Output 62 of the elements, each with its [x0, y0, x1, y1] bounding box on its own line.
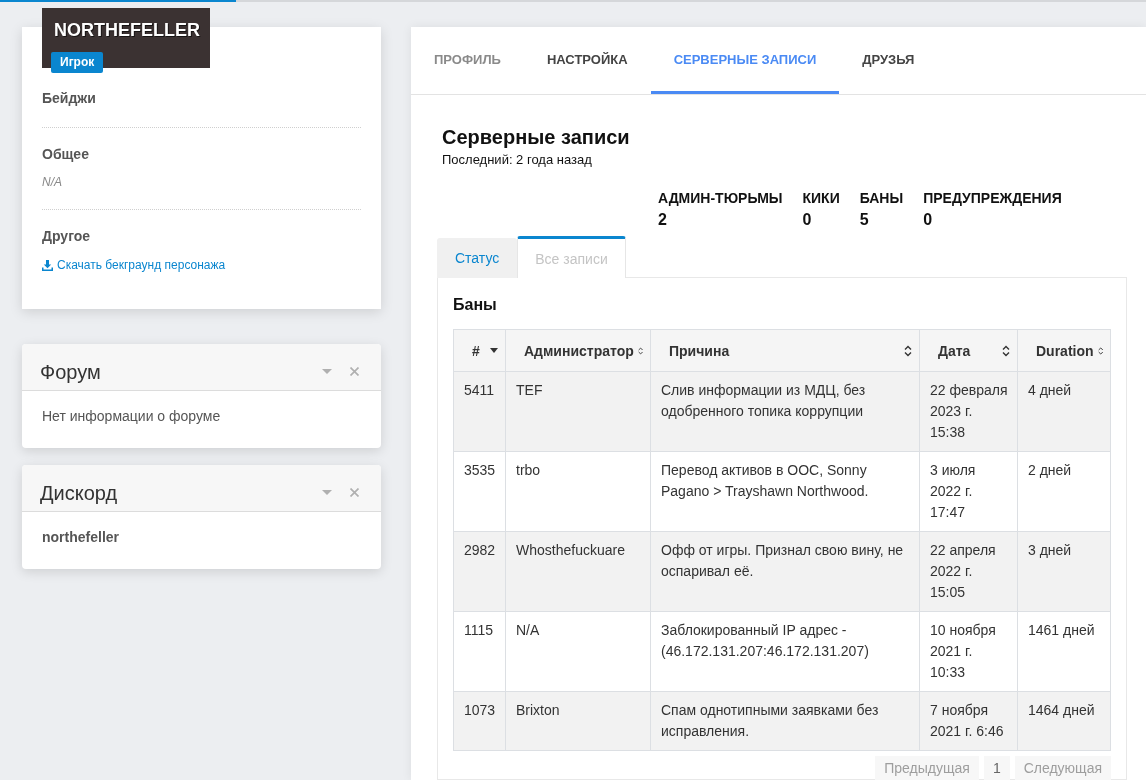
section-heading: Бейджи — [42, 89, 96, 108]
stat-label: КИКИ — [802, 189, 840, 207]
table-cell: 22 февраля 2023 г. 15:38 — [919, 371, 1018, 452]
table-cell: 3 дней — [1017, 531, 1111, 612]
close-icon[interactable] — [350, 488, 359, 497]
caret-down-icon[interactable] — [322, 490, 332, 495]
table-cell: Brixton — [505, 691, 651, 751]
discord-username: northefeller — [42, 529, 119, 545]
section-heading: Другое — [42, 227, 91, 246]
caret-down-icon[interactable] — [322, 369, 332, 374]
stat-value: 2 — [658, 210, 668, 230]
tab[interactable]: НАСТРОЙКА — [523, 27, 651, 94]
stat-value: 0 — [923, 210, 934, 230]
pagination-button[interactable]: 1 — [983, 756, 1010, 780]
last-record-text: Последний: 2 года назад — [442, 152, 593, 168]
table-cell: 1073 — [453, 691, 506, 751]
tab[interactable]: Статус — [437, 238, 518, 278]
download-link[interactable]: Скачать бекграунд персонажа — [42, 257, 226, 273]
table-cell: TEF — [505, 371, 651, 452]
widget-title: Дискорд — [40, 480, 119, 505]
table-cell: Слив информации из МДЦ, без одобренного топика коррупции — [650, 371, 920, 452]
stat-value: 5 — [859, 210, 870, 230]
table-cell: 3 июля 2022 г. 17:47 — [919, 451, 1018, 532]
column-header[interactable]: Причина — [650, 329, 920, 372]
widget-text: Нет информации о форуме — [42, 408, 221, 424]
table-cell: 7 ноября 2021 г. 6:46 — [919, 691, 1018, 751]
table-cell: trbo — [505, 451, 651, 532]
table-cell: Заблокированный IP адрес - (46.172.131.207:46.172.131.207) — [650, 611, 920, 692]
table-cell: Офф от игры. Признал свою вину, не оспаривал её. — [650, 531, 920, 612]
table-cell: 10 ноября 2021 г. 10:33 — [919, 611, 1018, 692]
column-header[interactable]: Duration — [1017, 329, 1111, 372]
download-icon — [42, 259, 53, 271]
table-title: Баны — [453, 295, 498, 315]
stat-value: 0 — [802, 210, 813, 230]
table-cell: 1464 дней — [1017, 691, 1111, 751]
stat-label: БАНЫ — [859, 189, 904, 207]
table-cell: Whosthefuckuare — [505, 531, 651, 612]
table-cell: 4 дней — [1017, 371, 1111, 452]
table-cell: 5411 — [453, 371, 506, 452]
stat-label: ПРЕДУПРЕЖДЕНИЯ — [923, 189, 1062, 207]
player-name: NORTHEFELLER — [54, 19, 200, 41]
tab[interactable]: ДРУЗЬЯ — [839, 27, 938, 94]
table-cell: 2 дней — [1017, 451, 1111, 532]
stat-label: АДМИН-ТЮРЬМЫ — [658, 189, 783, 207]
tab[interactable]: СЕРВЕРНЫЕ ЗАПИСИ — [650, 27, 840, 94]
table-cell: Спам однотипными заявками без исправления. — [650, 691, 920, 751]
table-cell: 1461 дней — [1017, 611, 1111, 692]
table-cell: N/A — [505, 611, 651, 692]
table-cell: 3535 — [453, 451, 506, 532]
section-heading: Общее — [42, 145, 89, 164]
role-badge: Игрок — [51, 52, 104, 73]
column-header[interactable]: # — [453, 329, 506, 372]
column-header[interactable]: Дата — [919, 329, 1018, 372]
table-cell: Перевод активов в OOC, Sonny Pagano > Trayshawn Northwood. — [650, 451, 920, 532]
info-value: N/A — [42, 174, 62, 190]
page-title: Серверные записи — [442, 125, 631, 149]
column-header[interactable]: Администратор — [505, 329, 651, 372]
table-cell: 1115 — [453, 611, 506, 692]
widget-title: Форум — [40, 359, 102, 384]
table-cell: 2982 — [453, 531, 506, 612]
table-cell: 22 апреля 2022 г. 15:05 — [919, 531, 1018, 612]
close-icon[interactable] — [350, 367, 359, 376]
